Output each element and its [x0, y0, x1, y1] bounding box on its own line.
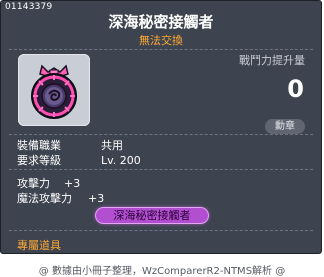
stat-row-magic-attack: 魔法攻擊力 +3 — [17, 190, 104, 206]
stat-label: 攻擊力 — [17, 177, 50, 190]
divider-top — [9, 49, 313, 50]
stat-value: +3 — [64, 177, 81, 190]
requirement-value: 共用 — [101, 139, 123, 152]
divider-mid — [9, 134, 313, 135]
item-tooltip: 01143379 深海秘密接觸者 無法交換 戰鬥力提升量 0 勳章 裝備職業 共… — [0, 0, 322, 254]
stat-value: +3 — [88, 192, 105, 205]
requirement-label: 裝備職業 — [17, 139, 61, 152]
exclusive-item-label: 專屬道具 — [17, 239, 61, 252]
requirement-row-job: 裝備職業 共用 — [17, 137, 123, 153]
stat-row-attack: 攻擊力 +3 — [17, 175, 80, 191]
requirement-value: Lv. 200 — [101, 154, 141, 167]
deep-sea-medal-icon — [31, 64, 77, 119]
divider-bottom — [9, 230, 313, 231]
requirement-label: 要求等級 — [17, 154, 61, 167]
trade-status: 無法交換 — [139, 34, 183, 47]
combat-power-value: 0 — [287, 75, 304, 103]
divider-stats — [9, 169, 313, 170]
requirement-row-level: 要求等級 Lv. 200 — [17, 152, 141, 168]
medal-badge: 勳章 — [265, 119, 305, 134]
footer-credit: @ 數據由小冊子整理，WzComparerR2-NTMS解析 @ — [38, 266, 286, 277]
item-icon-frame — [18, 54, 90, 126]
stat-label: 魔法攻擊力 — [17, 192, 72, 205]
item-name: 深海秘密接觸者 — [108, 13, 214, 31]
set-name-badge: 深海秘密接觸者 — [96, 208, 208, 223]
combat-power-label: 戰鬥力提升量 — [239, 54, 305, 67]
